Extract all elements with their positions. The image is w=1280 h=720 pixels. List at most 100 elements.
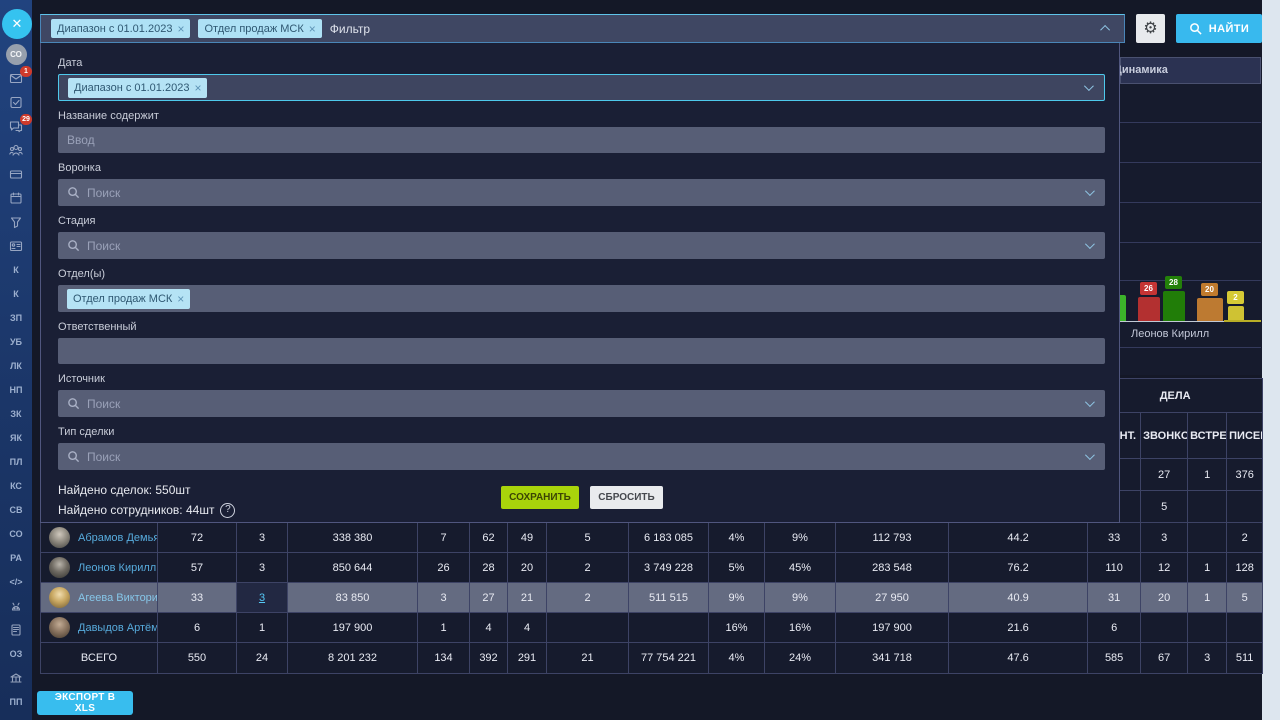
- sidebar-chat-icon[interactable]: 29: [0, 114, 32, 138]
- sidebar-people-icon[interactable]: [0, 138, 32, 162]
- employee-cell[interactable]: Леонов Кирилл: [41, 553, 158, 583]
- help-icon[interactable]: ?: [220, 503, 235, 518]
- sidebar-item[interactable]: КС: [0, 474, 32, 498]
- sidebar-item[interactable]: К: [0, 282, 32, 306]
- table-row[interactable]: Давыдов Артём61197 90014416%16%197 90021…: [41, 613, 1263, 643]
- reset-button[interactable]: СБРОСИТЬ: [590, 486, 663, 509]
- responsible-input[interactable]: [58, 338, 1105, 364]
- value-cell: 4: [508, 613, 547, 643]
- people-icon: [9, 143, 23, 157]
- chevron-up-icon[interactable]: [1100, 25, 1110, 35]
- bar-value-badge: 2: [1227, 291, 1244, 304]
- chip-label: Отдел продаж МСК: [204, 23, 303, 35]
- value-cell: 31: [1088, 583, 1141, 613]
- search-icon: [67, 450, 80, 463]
- sidebar-mail-icon[interactable]: 1: [0, 66, 32, 90]
- source-select[interactable]: Поиск: [58, 390, 1105, 417]
- sidebar-id-card-icon[interactable]: [0, 234, 32, 258]
- sidebar-item[interactable]: </>: [0, 570, 32, 594]
- chip-label: Диапазон с 01.01.2023: [74, 82, 189, 94]
- chip-remove-icon[interactable]: ×: [309, 23, 316, 35]
- sidebar-item[interactable]: СО: [0, 522, 32, 546]
- sidebar-funnel-icon[interactable]: [0, 210, 32, 234]
- sidebar-item[interactable]: НП: [0, 378, 32, 402]
- table-cell: 5: [1141, 491, 1188, 523]
- settings-button[interactable]: ⚙: [1136, 14, 1165, 43]
- chart-axis-highlight: [1224, 320, 1261, 322]
- find-button[interactable]: НАЙТИ: [1176, 14, 1262, 43]
- sidebar-item[interactable]: ПП: [0, 690, 32, 714]
- search-icon: [67, 186, 80, 199]
- select-placeholder: Поиск: [87, 239, 120, 253]
- filter-bar[interactable]: Диапазон с 01.01.2023 × Отдел продаж МСК…: [40, 14, 1125, 43]
- value-cell: [547, 613, 629, 643]
- total-value-cell: 134: [418, 643, 470, 674]
- deal-type-select[interactable]: Поиск: [58, 443, 1105, 470]
- sidebar-close-button[interactable]: ✕: [0, 8, 32, 40]
- sidebar-item-label: НП: [10, 385, 23, 395]
- filter-panel-footer: Найдено сделок: 550шт Найдено сотруднико…: [58, 480, 1105, 532]
- bar: [1163, 291, 1185, 322]
- value-cell: 20: [1141, 583, 1188, 613]
- sidebar-item[interactable]: ЗП: [0, 306, 32, 330]
- sidebar-document-icon[interactable]: [0, 618, 32, 642]
- filter-chip-date[interactable]: Диапазон с 01.01.2023 ×: [51, 19, 190, 38]
- export-xls-button[interactable]: ЭКСПОРТ В XLS: [37, 691, 133, 715]
- department-chip[interactable]: Отдел продаж МСК ×: [67, 289, 190, 309]
- table-row[interactable]: Леонов Кирилл573850 64426282023 749 2285…: [41, 553, 1263, 583]
- sidebar-item[interactable]: ОЗ: [0, 642, 32, 666]
- sidebar-item-label: КС: [10, 481, 22, 491]
- sidebar-item[interactable]: К: [0, 258, 32, 282]
- date-select[interactable]: Диапазон с 01.01.2023 ×: [58, 74, 1105, 101]
- sidebar-item[interactable]: УБ: [0, 330, 32, 354]
- sidebar-item[interactable]: ПЛ: [0, 450, 32, 474]
- sidebar-item[interactable]: ЛК: [0, 354, 32, 378]
- chip-remove-icon[interactable]: ×: [177, 293, 184, 305]
- sidebar-item[interactable]: ЗК: [0, 402, 32, 426]
- sidebar-item-label: РА: [10, 553, 22, 563]
- stage-select[interactable]: Поиск: [58, 232, 1105, 259]
- departments-select[interactable]: Отдел продаж МСК ×: [58, 285, 1105, 312]
- cell-link[interactable]: 3: [259, 592, 265, 604]
- employee-cell[interactable]: Агеева Виктория: [41, 583, 158, 613]
- sidebar-item[interactable]: ПЛ: [0, 714, 32, 720]
- sidebar-item-label: ЗК: [10, 409, 21, 419]
- bank-icon: [9, 671, 23, 685]
- right-scrollbar-track[interactable]: [1262, 0, 1280, 720]
- chip-remove-icon[interactable]: ×: [177, 23, 184, 35]
- sidebar-item[interactable]: РА: [0, 546, 32, 570]
- sidebar-bank-icon[interactable]: [0, 666, 32, 690]
- sidebar-avatar[interactable]: СО: [0, 42, 32, 66]
- save-button[interactable]: СОХРАНИТЬ: [501, 486, 579, 509]
- sidebar-item[interactable]: ЯК: [0, 426, 32, 450]
- sidebar-wallet-icon[interactable]: [0, 162, 32, 186]
- value-cell: 16%: [709, 613, 765, 643]
- table-total-row: ВСЕГО550248 201 2321343922912177 754 221…: [41, 643, 1263, 674]
- value-cell: 1: [1188, 553, 1227, 583]
- table-row[interactable]: Агеева Виктория33383 850327212511 5159%9…: [41, 583, 1263, 613]
- funnel-select[interactable]: Поиск: [58, 179, 1105, 206]
- value-cell: 9%: [765, 583, 836, 613]
- value-cell: 2: [547, 583, 629, 613]
- employee-name[interactable]: Давыдов Артём: [78, 622, 158, 634]
- employee-name[interactable]: Леонов Кирилл: [78, 562, 156, 574]
- value-cell: 33: [158, 583, 237, 613]
- sidebar-item-label: К: [13, 289, 19, 299]
- bar-value-badge: 28: [1165, 276, 1182, 289]
- employee-name[interactable]: Абрамов Демьян: [78, 532, 158, 544]
- column-header: ВСТРЕЧ: [1188, 413, 1227, 459]
- sidebar-item-label: ЗП: [10, 313, 22, 323]
- sidebar-item[interactable]: СВ: [0, 498, 32, 522]
- employee-cell[interactable]: Давыдов Артём: [41, 613, 158, 643]
- filter-panel: Дата Диапазон с 01.01.2023 × Название со…: [40, 43, 1120, 523]
- sidebar-tasks-icon[interactable]: [0, 90, 32, 114]
- date-chip[interactable]: Диапазон с 01.01.2023 ×: [68, 78, 207, 98]
- total-value-cell: 24: [237, 643, 288, 674]
- filter-chip-department[interactable]: Отдел продаж МСК ×: [198, 19, 321, 38]
- name-contains-input[interactable]: [58, 127, 1105, 153]
- chip-remove-icon[interactable]: ×: [194, 82, 201, 94]
- notification-badge: 29: [20, 114, 32, 125]
- sidebar-calendar-icon[interactable]: [0, 186, 32, 210]
- employee-name[interactable]: Агеева Виктория: [78, 592, 158, 604]
- sidebar-robot-icon[interactable]: [0, 594, 32, 618]
